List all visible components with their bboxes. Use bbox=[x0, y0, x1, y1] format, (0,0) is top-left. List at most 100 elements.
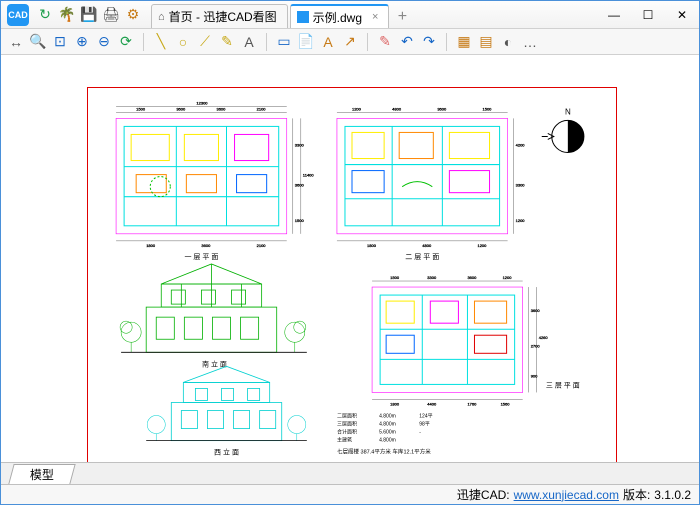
elev-west-title: 西 立 面 bbox=[214, 448, 239, 457]
model-icon[interactable]: ◐ bbox=[499, 33, 517, 51]
svg-text:98平: 98平 bbox=[419, 422, 430, 428]
svg-text:3600: 3600 bbox=[467, 275, 477, 280]
model-tab[interactable]: 模型 bbox=[8, 464, 75, 484]
maximize-button[interactable]: ☐ bbox=[631, 4, 665, 26]
svg-text:三层面积: 三层面积 bbox=[337, 421, 357, 428]
svg-text:4.800m: 4.800m bbox=[379, 414, 396, 420]
separator bbox=[143, 33, 144, 51]
fit-icon[interactable]: ⊡ bbox=[51, 33, 69, 51]
svg-text:4800: 4800 bbox=[422, 243, 432, 248]
svg-text:3300: 3300 bbox=[516, 183, 526, 188]
svg-text:3600: 3600 bbox=[295, 183, 305, 188]
status-version-label: 版本: bbox=[623, 486, 650, 503]
refresh-icon[interactable]: ↻ bbox=[37, 7, 53, 23]
svg-text:11400: 11400 bbox=[303, 173, 315, 178]
status-bar: 迅捷CAD: www.xunjiecad.com 版本: 3.1.0.2 bbox=[1, 484, 699, 504]
svg-text:合计面积: 合计面积 bbox=[337, 429, 357, 436]
zoom-icon[interactable]: 🔍 bbox=[29, 33, 47, 51]
rect-icon[interactable]: ▭ bbox=[275, 33, 293, 51]
grid-icon[interactable]: ▤ bbox=[477, 33, 495, 51]
dwg-icon bbox=[297, 11, 309, 23]
drawing-canvas[interactable]: N bbox=[1, 55, 699, 462]
minimize-button[interactable]: — bbox=[597, 4, 631, 26]
line-icon[interactable]: ╲ bbox=[152, 33, 170, 51]
svg-text:1800: 1800 bbox=[146, 243, 156, 248]
plan3-title: 三 层 平 面 bbox=[546, 381, 580, 389]
status-url-link[interactable]: www.xunjiecad.com bbox=[514, 488, 619, 502]
elev-south-title: 南 立 面 bbox=[202, 359, 227, 368]
pencil-icon[interactable]: ✎ bbox=[218, 33, 236, 51]
titlebar-quick-icons: ↻ 🌴 💾 🖨 ⚙ bbox=[37, 7, 141, 23]
svg-text:二层面积: 二层面积 bbox=[337, 413, 357, 420]
svg-text:1500: 1500 bbox=[390, 275, 400, 280]
svg-text:1760: 1760 bbox=[467, 402, 477, 407]
settings-icon[interactable]: ⚙ bbox=[125, 7, 141, 23]
text-icon[interactable]: A bbox=[240, 33, 258, 51]
svg-text:3600: 3600 bbox=[216, 106, 226, 111]
arc-icon[interactable]: ⟋ bbox=[196, 33, 214, 51]
compass-label: N bbox=[565, 107, 571, 116]
print-icon[interactable]: 🖨 bbox=[103, 7, 119, 23]
tab-close-icon[interactable]: × bbox=[372, 11, 378, 23]
svg-text:1500: 1500 bbox=[295, 218, 305, 223]
svg-text:2700: 2700 bbox=[531, 343, 541, 348]
svg-text:2100: 2100 bbox=[257, 106, 267, 111]
plan2-title: 二 层 平 面 bbox=[405, 253, 439, 261]
rotate-icon[interactable]: ⟳ bbox=[117, 33, 135, 51]
svg-text:1500: 1500 bbox=[483, 106, 493, 111]
svg-text:4400: 4400 bbox=[427, 402, 437, 407]
svg-text:1500: 1500 bbox=[136, 106, 146, 111]
titlebar: CAD ↻ 🌴 💾 🖨 ⚙ ⌂ 首页 - 迅捷CAD看图 示例.dwg × + … bbox=[1, 1, 699, 29]
svg-text:2100: 2100 bbox=[257, 243, 267, 248]
svg-text:4800: 4800 bbox=[392, 106, 402, 111]
svg-text:5.600m: 5.600m bbox=[379, 430, 396, 436]
close-button[interactable]: ✕ bbox=[665, 4, 699, 26]
sheet-content: N bbox=[96, 96, 608, 458]
svg-text:4200: 4200 bbox=[516, 142, 526, 147]
main-toolbar: ↔ 🔍 ⊡ ⊕ ⊖ ⟳ ╲ ○ ⟋ ✎ A ▭ 📄 A ↗ ✎ ↶ ↷ ▦ ▤ … bbox=[1, 29, 699, 55]
svg-text:900: 900 bbox=[531, 373, 538, 378]
save-icon[interactable]: 💾 bbox=[81, 7, 97, 23]
palm-icon[interactable]: 🌴 bbox=[59, 7, 75, 23]
more-icon[interactable]: … bbox=[521, 33, 539, 51]
svg-text:1200: 1200 bbox=[352, 106, 362, 111]
arrow-icon[interactable]: ↗ bbox=[341, 33, 359, 51]
svg-text:3600: 3600 bbox=[437, 106, 447, 111]
svg-text:4.800m: 4.800m bbox=[379, 438, 396, 444]
layers-icon[interactable]: ▦ bbox=[455, 33, 473, 51]
status-version: 3.1.0.2 bbox=[654, 488, 691, 502]
redo-icon[interactable]: ↷ bbox=[420, 33, 438, 51]
separator bbox=[446, 33, 447, 51]
svg-text:3600: 3600 bbox=[201, 243, 211, 248]
svg-text:1200: 1200 bbox=[516, 218, 526, 223]
tab-file[interactable]: 示例.dwg × bbox=[290, 4, 390, 28]
layout-tabs: 模型 bbox=[1, 462, 699, 484]
app-window: CAD ↻ 🌴 💾 🖨 ⚙ ⌂ 首页 - 迅捷CAD看图 示例.dwg × + … bbox=[0, 0, 700, 505]
svg-text:1200: 1200 bbox=[503, 275, 513, 280]
svg-text:124平: 124平 bbox=[419, 414, 432, 420]
plan1-title: 一 层 平 面 bbox=[184, 253, 218, 261]
pan-icon[interactable]: ↔ bbox=[7, 33, 25, 51]
zoom-out-icon[interactable]: ⊖ bbox=[95, 33, 113, 51]
svg-text:主建筑: 主建筑 bbox=[337, 437, 352, 444]
undo-icon[interactable]: ↶ bbox=[398, 33, 416, 51]
page-icon[interactable]: 📄 bbox=[297, 33, 315, 51]
zoom-in-icon[interactable]: ⊕ bbox=[73, 33, 91, 51]
sheet-frame: N bbox=[87, 87, 617, 462]
svg-text:3600: 3600 bbox=[176, 106, 186, 111]
svg-text:1200: 1200 bbox=[477, 243, 487, 248]
area-summary: 七层阁楼 387.4平方米 车库12.1平方米 bbox=[337, 448, 431, 456]
tab-home[interactable]: ⌂ 首页 - 迅捷CAD看图 bbox=[151, 4, 288, 28]
svg-text:1800: 1800 bbox=[367, 243, 377, 248]
svg-text:12300: 12300 bbox=[196, 100, 208, 105]
edit-icon[interactable]: ✎ bbox=[376, 33, 394, 51]
home-icon: ⌂ bbox=[158, 11, 165, 23]
svg-text:-: - bbox=[419, 430, 421, 436]
status-brand: 迅捷CAD: bbox=[457, 486, 510, 503]
annotate-icon[interactable]: A bbox=[319, 33, 337, 51]
new-tab-button[interactable]: + bbox=[391, 6, 413, 28]
circle-icon[interactable]: ○ bbox=[174, 33, 192, 51]
svg-text:1800: 1800 bbox=[390, 402, 400, 407]
svg-text:3600: 3600 bbox=[531, 308, 541, 313]
separator bbox=[367, 33, 368, 51]
